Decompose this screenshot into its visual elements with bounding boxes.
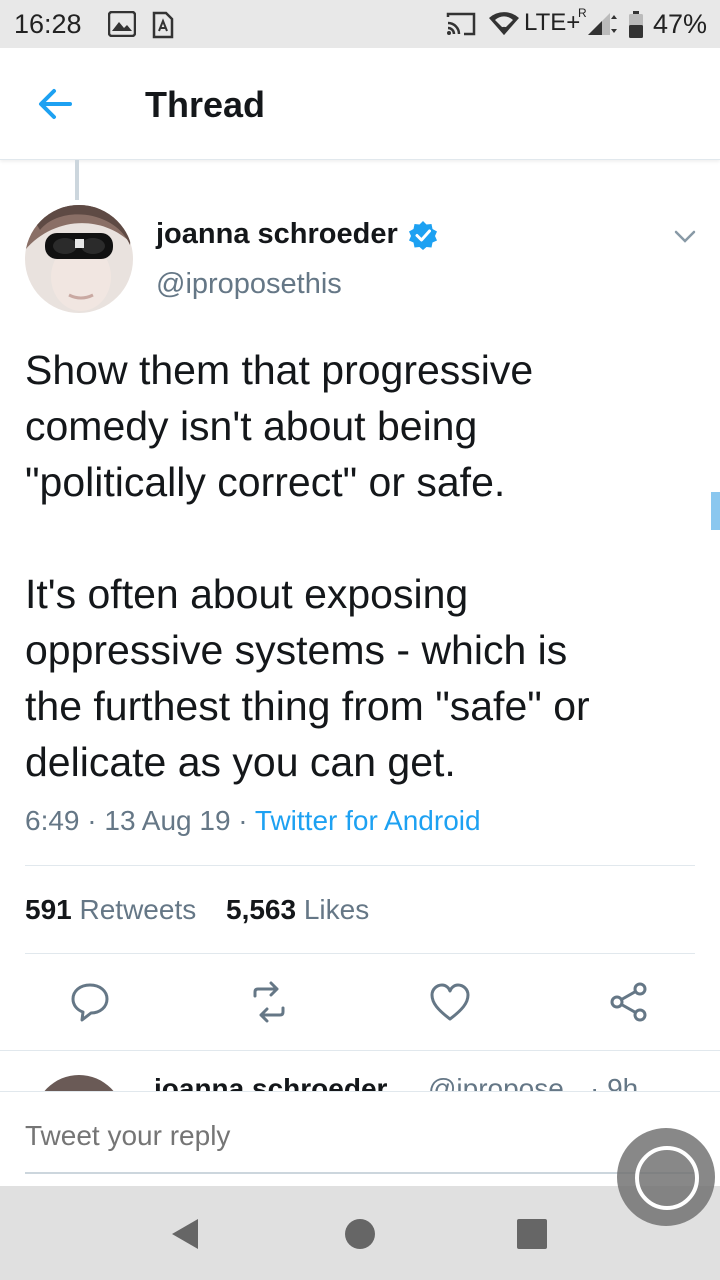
- back-button[interactable]: [30, 82, 80, 126]
- image-notification-icon: [108, 11, 136, 37]
- tweet-stats: 591 Retweets 5,563 Likes: [25, 894, 391, 926]
- meta-separator: ·: [238, 805, 255, 836]
- divider: [25, 953, 695, 954]
- tweet-line: It's often about exposing: [25, 571, 469, 617]
- nav-home-button[interactable]: [342, 1216, 378, 1252]
- system-nav-bar: [0, 1186, 720, 1280]
- sim-notification-icon: [152, 11, 174, 39]
- share-icon: [610, 982, 647, 1022]
- network-type: LTE+: [524, 9, 581, 36]
- tweet-line: comedy isn't about being: [25, 403, 478, 449]
- circle-home-icon: [345, 1219, 375, 1249]
- nav-back-button[interactable]: [168, 1216, 204, 1252]
- likes-stat[interactable]: 5,563 Likes: [226, 894, 369, 925]
- tweet-line: oppressive systems - which is: [25, 627, 568, 673]
- heart-icon: [430, 983, 470, 1021]
- likes-count: 5,563: [226, 894, 297, 925]
- meta-separator: ·: [87, 805, 105, 836]
- signal-icon: [588, 13, 617, 35]
- retweets-label: Retweets: [79, 894, 197, 925]
- page-title: Thread: [145, 84, 266, 125]
- triangle-back-icon: [172, 1219, 198, 1249]
- reply-bar: [0, 1091, 720, 1186]
- retweet-icon: [253, 981, 285, 1023]
- thread-header: Thread: [0, 48, 720, 160]
- assistive-touch-button[interactable]: [617, 1128, 715, 1226]
- nav-recents-button[interactable]: [514, 1216, 550, 1252]
- square-recents-icon: [517, 1219, 547, 1249]
- tweet-text: Show them that progressive comedy isn't …: [25, 342, 695, 790]
- retweets-stat[interactable]: 591 Retweets: [25, 894, 196, 925]
- tweet-source-link[interactable]: Twitter for Android: [255, 805, 481, 836]
- avatar[interactable]: [34, 1075, 124, 1091]
- author-handle[interactable]: @iproposethis: [156, 268, 342, 301]
- author-name[interactable]: joanna schroeder: [156, 218, 398, 251]
- share-button[interactable]: [607, 980, 651, 1024]
- avatar[interactable]: [25, 205, 133, 313]
- divider: [25, 865, 695, 866]
- status-bar: 16:28 LTE+ R 47%: [0, 0, 720, 48]
- tweet-line: "politically correct" or safe.: [25, 459, 506, 505]
- retweets-count: 591: [25, 894, 72, 925]
- tweet-time: · 9h: [590, 1073, 639, 1091]
- tweet-date: 13 Aug 19: [104, 805, 231, 836]
- like-button[interactable]: [428, 980, 472, 1024]
- avatar-image: [25, 205, 133, 313]
- chevron-down-icon: [674, 230, 696, 243]
- status-time: 16:28: [14, 9, 82, 39]
- likes-label: Likes: [303, 894, 370, 925]
- author-name[interactable]: joanna schroeder: [154, 1073, 387, 1091]
- reply-button[interactable]: [68, 980, 112, 1024]
- arrow-left-icon: [39, 89, 72, 119]
- verified-badge-icon: [408, 220, 437, 250]
- retweet-button[interactable]: [247, 980, 291, 1024]
- reply-icon: [71, 983, 109, 1022]
- tweet-line: delicate as you can get.: [25, 739, 456, 785]
- thread-connector-line: [75, 160, 79, 200]
- tweet-time: 6:49: [25, 805, 80, 836]
- battery-percent: 47%: [653, 9, 708, 39]
- scrollbar[interactable]: [711, 492, 720, 530]
- next-tweet[interactable]: joanna schroeder @iproposе... · 9h: [0, 1051, 720, 1091]
- wifi-icon: [489, 12, 519, 35]
- tweet-line: the furthest thing from "safe" or: [25, 683, 590, 729]
- tweet-meta: 6:49 · 13 Aug 19 · Twitter for Android: [25, 805, 481, 837]
- reply-input[interactable]: [25, 1120, 585, 1152]
- author-row[interactable]: joanna schroeder: [156, 218, 438, 251]
- battery-icon: [629, 11, 643, 38]
- author-handle[interactable]: @iproposе...: [428, 1073, 587, 1091]
- tweet-menu-button[interactable]: [668, 222, 702, 250]
- tweet-line: Show them that progressive: [25, 347, 534, 393]
- reply-underline: [25, 1172, 695, 1174]
- cast-icon: [446, 12, 476, 36]
